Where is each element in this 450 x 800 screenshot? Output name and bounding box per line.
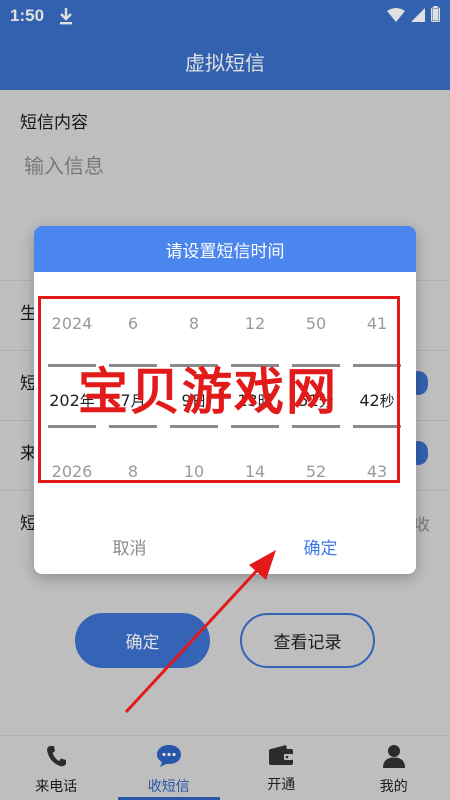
- dialog-title: 请设置短信时间: [34, 226, 416, 272]
- watermark-text: 宝贝游戏网: [78, 363, 338, 421]
- dialog-ok-button[interactable]: 确定: [225, 518, 416, 574]
- dialog-actions: 取消 确定: [34, 518, 416, 574]
- dialog-cancel-button[interactable]: 取消: [34, 518, 225, 574]
